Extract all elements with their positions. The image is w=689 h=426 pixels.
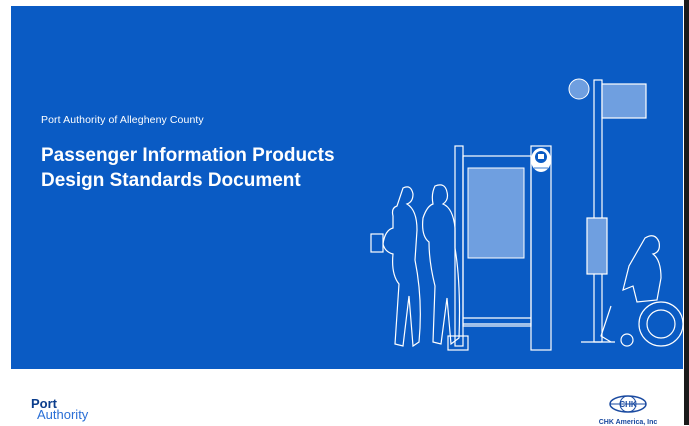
chk-globe-icon: CHK	[609, 395, 647, 413]
cover-banner: Port Authority of Allegheny County Passe…	[11, 6, 683, 369]
port-authority-logo: Port Authority	[31, 397, 89, 422]
pedestrians-illustration	[370, 184, 461, 348]
logo-word-authority: Authority	[37, 407, 89, 422]
stop-sign-circle	[568, 78, 590, 100]
bus-stop-pole	[581, 79, 615, 343]
chk-america-logo: CHK CHK America, Inc	[598, 395, 658, 426]
page-edge-shadow	[684, 0, 689, 425]
chk-mark-text: CHK	[619, 400, 637, 409]
bus-stop-flag-sign	[601, 83, 647, 119]
kiosk-display-panel	[467, 167, 525, 259]
schedule-holder	[586, 217, 608, 275]
wheelchair-user-illustration	[600, 235, 683, 347]
bus-icon	[531, 148, 551, 172]
transit-illustration	[370, 78, 683, 351]
